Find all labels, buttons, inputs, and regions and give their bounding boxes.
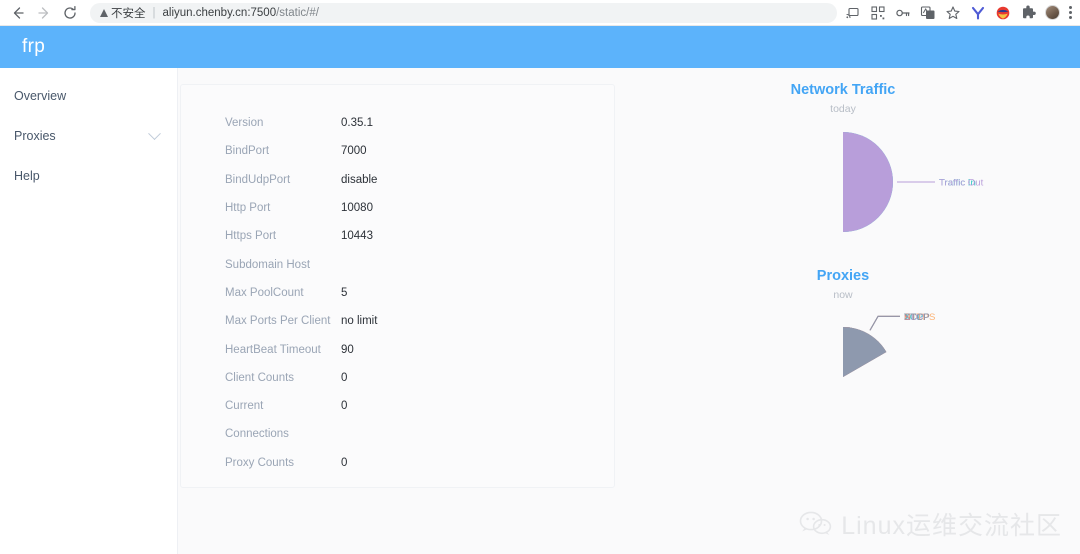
sidebar-item-label: Help [14, 169, 40, 183]
info-label: Version [225, 117, 264, 130]
table-row: Http Port 10080 [181, 194, 614, 222]
chart-title: Proxies [816, 268, 870, 284]
chart-subtitle: now [833, 289, 853, 301]
info-label: Https Port [225, 230, 277, 243]
forward-arrow-icon [38, 6, 49, 19]
qr-code-icon[interactable] [870, 5, 886, 21]
sidebar-item-label: Proxies [14, 129, 56, 143]
table-row: Version 0.35.1 [181, 109, 614, 137]
table-row: Proxy Counts 0 [181, 449, 614, 477]
password-key-icon[interactable] [895, 5, 911, 21]
superhero-extension-icon[interactable] [995, 5, 1011, 21]
forward-button[interactable] [32, 2, 56, 24]
browser-nav-buttons [6, 2, 82, 24]
security-indicator[interactable]: 不安全 [100, 5, 146, 21]
proxies-pie[interactable]: TCP UDP HTTP HTTPS STCP XTCP [633, 301, 1053, 451]
info-label: Current [225, 400, 264, 413]
table-row: Subdomain Host [181, 250, 614, 278]
charts-column: Network Traffic today Traffic In Traffic … [633, 68, 1053, 554]
info-label: Client Counts [225, 371, 295, 384]
app-logo[interactable]: frp [22, 36, 45, 58]
sidebar-item-proxies[interactable]: Proxies [0, 116, 177, 156]
pie-label-leader [869, 315, 900, 331]
browser-extension-icons [843, 5, 1072, 21]
info-label: Max PoolCount [225, 286, 304, 299]
info-value: 0 [341, 371, 348, 384]
table-row: Max PoolCount 5 [181, 279, 614, 307]
pie-slice[interactable] [843, 327, 887, 377]
address-bar[interactable]: 不安全 | aliyun.chenby.cn:7500/static/#/ [90, 2, 837, 23]
info-label: BindUdpPort [225, 173, 291, 186]
info-value: 0 [341, 400, 348, 413]
table-row: HeartBeat Timeout 90 [181, 335, 614, 363]
info-label: BindPort [225, 145, 270, 158]
network-traffic-chart: Network Traffic today Traffic In Traffic … [633, 68, 1053, 250]
info-label: Connections [225, 428, 289, 441]
info-value: 10443 [341, 230, 373, 243]
info-value: 0 [341, 456, 348, 469]
table-row: Https Port 10443 [181, 222, 614, 250]
back-arrow-icon [13, 6, 24, 19]
network-traffic-pie[interactable]: Traffic In Traffic Out [633, 115, 1053, 250]
info-label: Http Port [225, 202, 271, 215]
info-value: 10080 [341, 202, 373, 215]
warning-triangle-icon [100, 8, 108, 17]
info-value: 7000 [341, 145, 367, 158]
chart-subtitle: today [830, 103, 856, 115]
pie-slice[interactable] [843, 132, 893, 232]
url-host: aliyun.chenby.cn:7500 [162, 6, 277, 19]
pie-slice-label: XTCP [904, 312, 930, 323]
main-content: Version 0.35.1 BindPort 7000 BindUdpPort disa… [178, 68, 1080, 554]
puzzle-extension-icon[interactable] [1020, 5, 1036, 21]
yandex-icon[interactable] [970, 5, 986, 21]
kebab-menu-icon[interactable] [1069, 6, 1072, 19]
info-label: Proxy Counts [225, 456, 295, 469]
sidebar-item-overview[interactable]: Overview [0, 76, 177, 116]
translate-icon[interactable] [920, 5, 936, 21]
wechat-icon [799, 511, 832, 535]
table-row: Current 0 [181, 392, 614, 420]
table-row: BindUdpPort disable [181, 166, 614, 194]
chevron-down-icon [148, 126, 161, 140]
table-row: Client Counts 0 [181, 364, 614, 392]
reload-button[interactable] [58, 2, 82, 24]
proxies-chart: Proxies now TCP UDP HTTP HTTPS STCP XTCP [633, 250, 1053, 451]
watermark: Linux运维交流社区 [799, 506, 1062, 542]
profile-avatar[interactable] [1045, 5, 1060, 20]
info-value: 90 [341, 343, 354, 356]
bookmark-star-icon[interactable] [945, 5, 961, 21]
info-label: Max Ports Per Client [225, 315, 331, 328]
cast-icon[interactable] [845, 5, 861, 21]
info-value: no limit [341, 315, 378, 328]
browser-toolbar: 不安全 | aliyun.chenby.cn:7500/static/#/ [0, 0, 1080, 26]
info-value: 5 [341, 286, 348, 299]
back-button[interactable] [6, 2, 30, 24]
watermark-text: Linux运维交流社区 [841, 512, 1062, 540]
sidebar-item-label: Overview [14, 89, 67, 103]
table-row: Max Ports Per Client no limit [181, 307, 614, 335]
sidebar-item-help[interactable]: Help [0, 156, 177, 196]
omnibox-separator: | [152, 6, 156, 19]
app-header: frp [0, 26, 1080, 68]
security-label: 不安全 [111, 7, 146, 20]
info-label: Subdomain Host [225, 258, 311, 271]
info-value: disable [341, 173, 378, 186]
sidebar: Overview Proxies Help [0, 68, 178, 554]
server-info-table: Version 0.35.1 BindPort 7000 BindUdpPort disa… [181, 85, 614, 477]
info-value: 0.35.1 [341, 117, 373, 130]
reload-icon [64, 5, 76, 19]
info-label: HeartBeat Timeout [225, 343, 321, 356]
table-row: BindPort 7000 [181, 137, 614, 165]
table-row: Connections [181, 420, 614, 448]
server-info-card: Version 0.35.1 BindPort 7000 BindUdpPort disa… [180, 84, 615, 488]
url-path: /static/#/ [276, 6, 319, 19]
pie-slice-label: Traffic Out [939, 177, 984, 188]
chart-title: Network Traffic [790, 82, 896, 98]
app-body: Overview Proxies Help Version 0.35.1 BindP… [0, 68, 1080, 554]
